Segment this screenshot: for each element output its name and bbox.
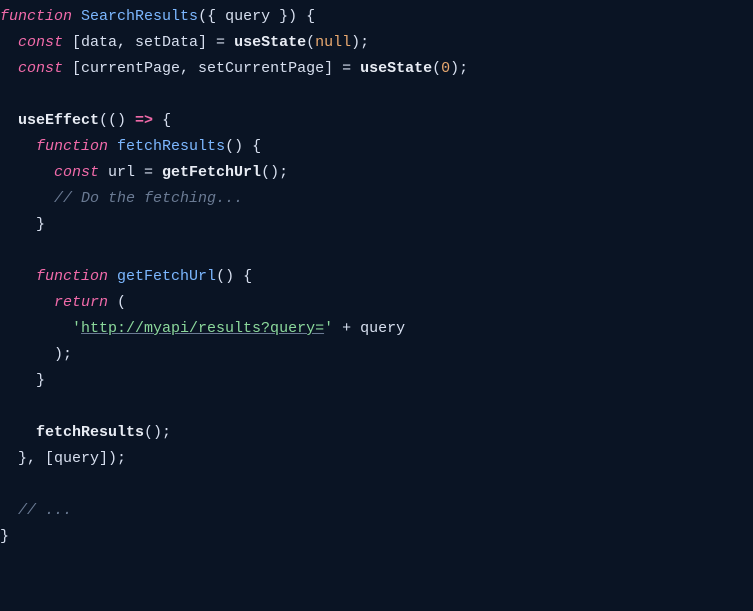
var-query: query xyxy=(360,320,405,337)
keyword-const: const xyxy=(18,34,63,51)
call-usestate: useState xyxy=(234,34,306,51)
brace-close: } xyxy=(0,528,9,545)
comment-fetching: // Do the fetching... xyxy=(54,190,243,207)
destructure: [data, setData] = xyxy=(63,34,234,51)
keyword-function: function xyxy=(36,268,108,285)
destructure: [currentPage, setCurrentPage] = xyxy=(63,60,360,77)
arrow: => xyxy=(135,112,153,129)
keyword-function: function xyxy=(36,138,108,155)
fn-name-getfetchurl: getFetchUrl xyxy=(117,268,216,285)
call-fetchresults: fetchResults xyxy=(36,424,144,441)
fn-name-fetchresults: fetchResults xyxy=(117,138,225,155)
brace-close: } xyxy=(36,216,45,233)
brace-close: } xyxy=(36,372,45,389)
literal-zero: 0 xyxy=(441,60,450,77)
literal-null: null xyxy=(315,34,351,51)
keyword-function: function xyxy=(0,8,72,25)
string-url: http://myapi/results?query= xyxy=(81,320,324,337)
code-block: function SearchResults({ query }) { cons… xyxy=(0,4,753,550)
punct: ({ xyxy=(198,8,225,25)
fn-name-searchresults: SearchResults xyxy=(81,8,198,25)
param-query: query xyxy=(225,8,270,25)
call-getfetchurl: getFetchUrl xyxy=(162,164,261,181)
call-useeffect: useEffect xyxy=(18,112,99,129)
comment-ellipsis: // ... xyxy=(18,502,72,519)
keyword-const: const xyxy=(54,164,99,181)
dep-query: query xyxy=(54,450,99,467)
keyword-const: const xyxy=(18,60,63,77)
call-usestate: useState xyxy=(360,60,432,77)
keyword-return: return xyxy=(54,294,108,311)
punct: }) { xyxy=(270,8,315,25)
